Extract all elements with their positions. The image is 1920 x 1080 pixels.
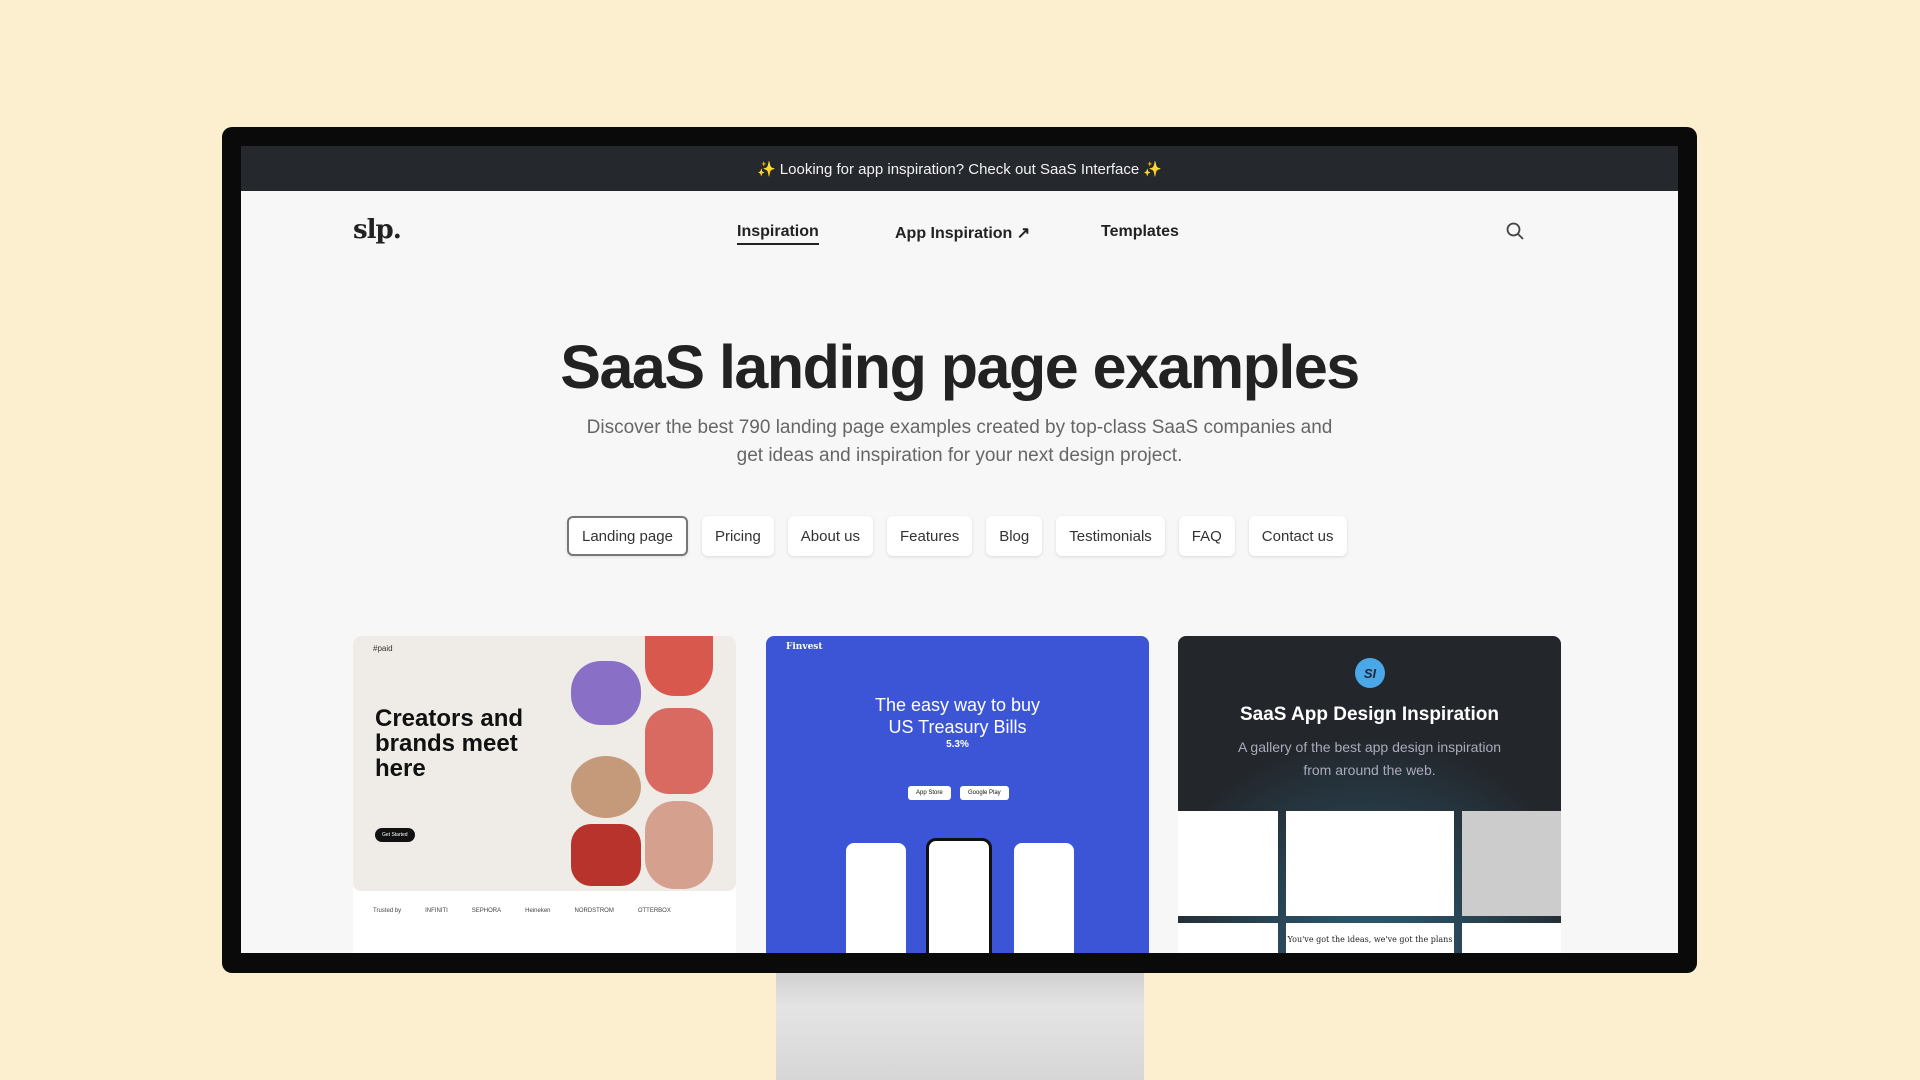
card-headline: The easy way to buy US Treasury Bills bbox=[766, 694, 1149, 738]
card-brand: Finvest bbox=[786, 642, 823, 652]
photo bbox=[571, 824, 641, 886]
google-play-badge: Google Play bbox=[960, 786, 1009, 800]
phone-mockup bbox=[846, 843, 906, 953]
thumbnail: You've got the ideas, we've got the plan… bbox=[1286, 923, 1454, 953]
category-filters: Landing page Pricing About us Features B… bbox=[567, 516, 1347, 556]
subtitle-line: from around the web. bbox=[1303, 762, 1436, 778]
filter-blog[interactable]: Blog bbox=[986, 516, 1043, 556]
filter-testimonials[interactable]: Testimonials bbox=[1056, 516, 1165, 556]
card-preview: #paid Creators and brands meet here Get … bbox=[353, 636, 736, 891]
example-card-saas-interface[interactable]: SI SaaS App Design Inspiration A gallery… bbox=[1178, 636, 1561, 953]
photo bbox=[645, 801, 713, 889]
page-subtitle: Discover the best 790 landing page examp… bbox=[241, 414, 1678, 470]
logo[interactable]: slp. bbox=[353, 215, 402, 245]
photo bbox=[571, 756, 641, 818]
photo bbox=[645, 708, 713, 794]
browser-screen: ✨ Looking for app inspiration? Check out… bbox=[241, 146, 1678, 953]
thumbnail bbox=[1178, 811, 1278, 916]
banner-text[interactable]: ✨ Looking for app inspiration? Check out… bbox=[757, 160, 1162, 178]
monitor-stand bbox=[776, 960, 1144, 1080]
card-title: SaaS App Design Inspiration bbox=[1239, 704, 1499, 725]
filter-features[interactable]: Features bbox=[887, 516, 973, 556]
filter-contact-us[interactable]: Contact us bbox=[1248, 516, 1347, 556]
nav-templates[interactable]: Templates bbox=[1101, 223, 1179, 241]
search-icon[interactable] bbox=[1505, 221, 1525, 241]
card-brand: #paid bbox=[373, 644, 393, 653]
subtitle-line: Discover the best 790 landing page examp… bbox=[586, 417, 1333, 438]
nav-inspiration[interactable]: Inspiration bbox=[737, 223, 819, 245]
trusted-logos: Trusted by INFINITI SEPHORA Heineken NOR… bbox=[373, 908, 671, 914]
promo-banner[interactable]: ✨ Looking for app inspiration? Check out… bbox=[241, 146, 1678, 191]
brand-logo: SEPHORA bbox=[471, 908, 502, 914]
nav-app-inspiration[interactable]: App Inspiration ↗ bbox=[895, 223, 1030, 243]
filter-landing-page[interactable]: Landing page bbox=[567, 516, 688, 556]
brand-logo: OTTERBOX bbox=[637, 908, 671, 914]
headline-line: The easy way to buy bbox=[874, 695, 1041, 715]
subtitle-line: A gallery of the best app design inspira… bbox=[1237, 739, 1502, 755]
headline-line: US Treasury Bills bbox=[888, 717, 1027, 737]
photo bbox=[645, 636, 713, 696]
subtitle-line: get ideas and inspiration for your next … bbox=[736, 445, 1183, 466]
card-subtitle: A gallery of the best app design inspira… bbox=[1178, 736, 1561, 782]
brand-logo: NORDSTROM bbox=[574, 908, 614, 914]
card-headline: Creators and brands meet here bbox=[375, 705, 524, 782]
page-title: SaaS landing page examples bbox=[560, 333, 1360, 401]
example-card-paid[interactable]: #paid Creators and brands meet here Get … bbox=[353, 636, 736, 953]
apy-rate: 5.3% bbox=[946, 739, 969, 750]
example-card-finvest[interactable]: Finvest The easy way to buy US Treasury B… bbox=[766, 636, 1149, 953]
thumbnail bbox=[1286, 811, 1454, 916]
filter-pricing[interactable]: Pricing bbox=[701, 516, 774, 556]
brand-logo: INFINITI bbox=[425, 908, 448, 914]
photo bbox=[571, 661, 641, 725]
thumbnail bbox=[1178, 923, 1278, 953]
app-store-badge: App Store bbox=[908, 786, 951, 800]
phone-mockup bbox=[926, 838, 992, 953]
thumbnail bbox=[1462, 811, 1561, 916]
brand-logo: Heineken bbox=[525, 908, 551, 914]
thumbnail bbox=[1462, 923, 1561, 953]
card-cta: Get Started bbox=[375, 828, 415, 842]
trusted-label: Trusted by bbox=[373, 908, 402, 914]
phone-mockup bbox=[1014, 843, 1074, 953]
saas-interface-logo: SI bbox=[1355, 658, 1385, 688]
filter-about-us[interactable]: About us bbox=[787, 516, 874, 556]
filter-faq[interactable]: FAQ bbox=[1178, 516, 1235, 556]
top-nav: slp. Inspiration App Inspiration ↗ Templ… bbox=[241, 191, 1678, 271]
